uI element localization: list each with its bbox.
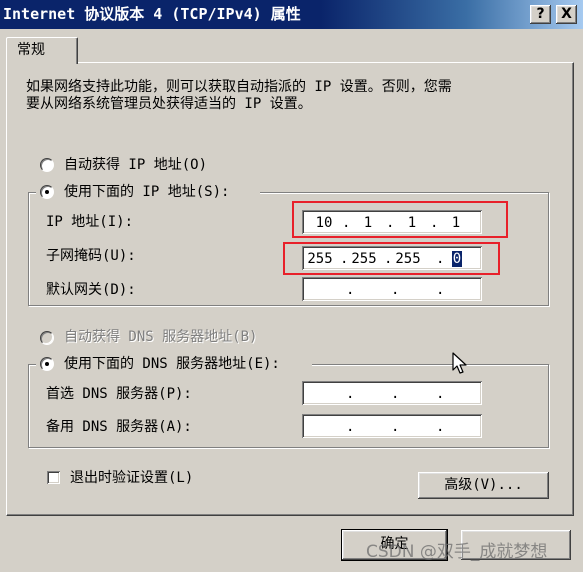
subnet-mask-label: 子网掩码(U): — [46, 248, 136, 264]
ip-manual-radio[interactable] — [40, 185, 54, 199]
gateway-dot: . — [391, 282, 400, 298]
gateway-label: 默认网关(D): — [46, 282, 136, 298]
mouse-cursor-icon — [452, 352, 467, 374]
ip-manual-label[interactable]: 使用下面的 IP 地址(S): — [64, 184, 229, 200]
pdns-dot: . — [391, 386, 400, 402]
annotation-box-ip — [292, 201, 508, 238]
ip-address-label: IP 地址(I): — [46, 214, 134, 230]
gateway-dot: . — [346, 282, 355, 298]
pdns-dot: . — [346, 386, 355, 402]
gateway-dot: . — [436, 282, 445, 298]
pdns-dot: . — [436, 386, 445, 402]
dns-auto-radio — [40, 331, 54, 345]
panel-content: 如果网络支持此功能，则可以获取自动指派的 IP 设置。否则，您需 要从网络系统管… — [0, 0, 583, 572]
ip-auto-radio[interactable] — [40, 158, 54, 172]
validate-label[interactable]: 退出时验证设置(L) — [70, 470, 193, 486]
alternate-dns-input[interactable]: . . . — [302, 414, 482, 438]
description-line-1: 如果网络支持此功能，则可以获取自动指派的 IP 设置。否则，您需 — [26, 79, 452, 95]
validate-checkbox[interactable] — [47, 471, 60, 484]
adns-dot: . — [391, 419, 400, 435]
dns-manual-radio[interactable] — [40, 357, 54, 371]
watermark-text: CSDN @双手_成就梦想 — [366, 542, 548, 562]
alternate-dns-label: 备用 DNS 服务器(A): — [46, 419, 192, 435]
dns-manual-label[interactable]: 使用下面的 DNS 服务器地址(E): — [64, 356, 280, 372]
preferred-dns-input[interactable]: . . . — [302, 381, 482, 405]
adns-dot: . — [346, 419, 355, 435]
dns-auto-label: 自动获得 DNS 服务器地址(B) — [64, 329, 258, 345]
adns-dot: . — [436, 419, 445, 435]
annotation-box-subnet — [283, 242, 500, 275]
preferred-dns-label: 首选 DNS 服务器(P): — [46, 386, 192, 402]
advanced-button[interactable]: 高级(V)... — [418, 472, 549, 499]
description-line-2: 要从网络系统管理员处获得适当的 IP 设置。 — [26, 96, 312, 112]
ip-auto-label[interactable]: 自动获得 IP 地址(O) — [64, 157, 207, 173]
gateway-input[interactable]: . . . — [302, 277, 482, 301]
